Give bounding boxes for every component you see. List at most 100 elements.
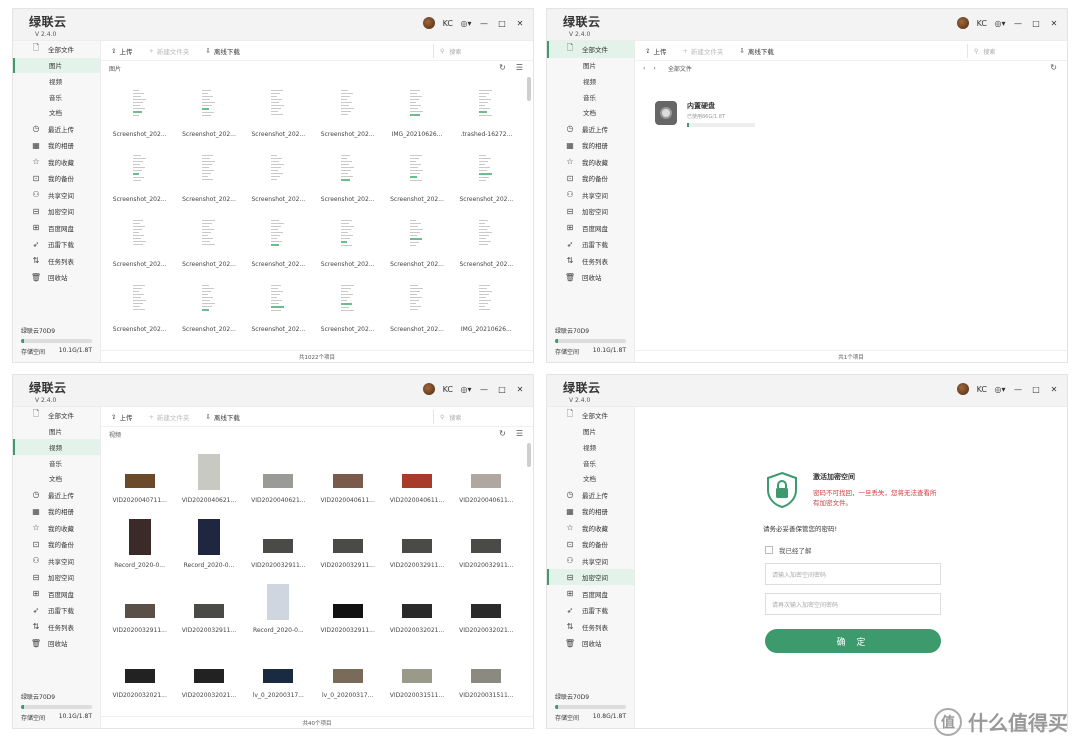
close-button[interactable]: ✕ bbox=[515, 18, 525, 28]
search-input[interactable]: ⚲ 搜索 bbox=[433, 410, 529, 424]
sidebar-item[interactable]: 🗋 全部文件 bbox=[13, 407, 100, 424]
new-folder-button[interactable]: + 新建文件夹 bbox=[682, 46, 723, 56]
sidebar-item[interactable]: 音乐 bbox=[547, 455, 634, 471]
file-item[interactable]: Screenshot_202... bbox=[452, 209, 521, 274]
search-input[interactable]: ⚲ 搜索 bbox=[433, 44, 529, 58]
settings-icon[interactable]: ◎▾ bbox=[461, 18, 472, 28]
confirm-password-field[interactable]: 请再次输入加密空间密码 bbox=[765, 593, 941, 615]
sidebar-item[interactable]: 文档 bbox=[547, 105, 634, 121]
offline-download-button[interactable]: ⇩ 离线下载 bbox=[205, 46, 239, 56]
sidebar-item[interactable]: 🗋 全部文件 bbox=[13, 41, 100, 58]
back-icon[interactable]: ‹ bbox=[643, 65, 645, 72]
file-item[interactable]: Screenshot_202... bbox=[382, 209, 451, 274]
minimize-button[interactable]: — bbox=[479, 384, 489, 394]
forward-icon[interactable]: › bbox=[653, 65, 655, 72]
sidebar-item[interactable]: ⇅ 任务列表 bbox=[547, 618, 634, 635]
file-item[interactable]: Screenshot_202... bbox=[244, 144, 313, 209]
file-item[interactable]: VID2020040621... bbox=[174, 445, 243, 510]
upload-button[interactable]: ⇪ 上传 bbox=[645, 46, 666, 56]
sidebar-item[interactable]: ◷ 最近上传 bbox=[547, 120, 634, 137]
sidebar-item[interactable]: ⊞ 百度网盘 bbox=[13, 219, 100, 236]
list-view-icon[interactable]: ☰ bbox=[516, 63, 523, 72]
sidebar-item[interactable]: 文档 bbox=[13, 105, 100, 121]
sidebar-item[interactable]: ⊞ 百度网盘 bbox=[13, 585, 100, 602]
sidebar-item[interactable]: ⊟ 加密空间 bbox=[13, 569, 100, 586]
confirm-button[interactable]: 确 定 bbox=[765, 629, 941, 653]
refresh-icon[interactable]: ↻ bbox=[499, 429, 506, 438]
avatar[interactable] bbox=[422, 383, 435, 395]
username[interactable]: KC bbox=[443, 385, 453, 394]
sidebar-item[interactable]: 🗋 全部文件 bbox=[547, 41, 634, 58]
upload-button[interactable]: ⇪ 上传 bbox=[111, 412, 132, 422]
sidebar-item[interactable]: ⚇ 共享空间 bbox=[547, 552, 634, 569]
sidebar-item[interactable]: ☆ 我的收藏 bbox=[547, 153, 634, 170]
file-item[interactable]: VID2020040611... bbox=[313, 445, 382, 510]
file-item[interactable]: VID2020032021... bbox=[382, 575, 451, 640]
sidebar-item[interactable]: 音乐 bbox=[13, 89, 100, 105]
username[interactable]: KC bbox=[443, 19, 453, 28]
file-item[interactable]: lv_0_20200317... bbox=[244, 640, 313, 705]
maximize-button[interactable]: □ bbox=[497, 384, 507, 394]
file-item[interactable]: Screenshot_202... bbox=[174, 209, 243, 274]
sidebar-item[interactable]: ☆ 我的收藏 bbox=[13, 153, 100, 170]
sidebar-item[interactable]: ➶ 迅雷下载 bbox=[13, 236, 100, 253]
sidebar-item[interactable]: 视频 bbox=[547, 439, 634, 455]
file-item[interactable]: VID2020032911... bbox=[452, 510, 521, 575]
file-item[interactable]: Screenshot_202... bbox=[174, 79, 243, 144]
checkbox[interactable] bbox=[765, 546, 773, 554]
file-item[interactable]: Screenshot_202... bbox=[452, 144, 521, 209]
username[interactable]: KC bbox=[977, 19, 987, 28]
search-input[interactable]: ⚲ 搜索 bbox=[967, 44, 1063, 58]
sidebar-item[interactable]: 🗑 回收站 bbox=[13, 269, 100, 286]
scrollbar-thumb[interactable] bbox=[527, 77, 531, 101]
file-item[interactable]: VID2020032021... bbox=[174, 640, 243, 705]
list-view-icon[interactable]: ☰ bbox=[516, 429, 523, 438]
sidebar-item[interactable]: ⊟ 加密空间 bbox=[13, 203, 100, 220]
file-item[interactable]: Screenshot_202... bbox=[105, 209, 174, 274]
minimize-button[interactable]: — bbox=[479, 18, 489, 28]
file-item[interactable]: Screenshot_202... bbox=[174, 144, 243, 209]
sidebar-item[interactable]: 音乐 bbox=[547, 89, 634, 105]
sidebar-item[interactable]: ▦ 我的相册 bbox=[13, 137, 100, 154]
file-item[interactable]: Record_2020-0... bbox=[105, 510, 174, 575]
sidebar-item[interactable]: 🗋 全部文件 bbox=[547, 407, 634, 424]
offline-download-button[interactable]: ⇩ 离线下载 bbox=[739, 46, 773, 56]
sidebar-item[interactable]: ➶ 迅雷下载 bbox=[13, 602, 100, 619]
file-item[interactable]: Screenshot_202... bbox=[313, 209, 382, 274]
disk-item[interactable]: 内置硬盘 已使用86G/1.8T bbox=[655, 101, 755, 127]
file-item[interactable]: VID2020040621... bbox=[244, 445, 313, 510]
file-item[interactable]: Screenshot_202... bbox=[105, 144, 174, 209]
sidebar-item[interactable]: ⊟ 加密空间 bbox=[547, 568, 634, 586]
close-button[interactable]: ✕ bbox=[515, 384, 525, 394]
sidebar-item[interactable]: ⚇ 共享空间 bbox=[13, 186, 100, 203]
settings-icon[interactable]: ◎▾ bbox=[461, 384, 472, 394]
file-item[interactable]: VID2020032911... bbox=[382, 510, 451, 575]
close-button[interactable]: ✕ bbox=[1049, 384, 1059, 394]
sidebar-item[interactable]: 🗑 回收站 bbox=[13, 635, 100, 652]
scrollbar-thumb[interactable] bbox=[527, 443, 531, 467]
file-item[interactable]: Record_2020-0... bbox=[244, 575, 313, 640]
file-item[interactable]: lv_0_20200317... bbox=[313, 640, 382, 705]
file-item[interactable]: VID2020032911... bbox=[313, 575, 382, 640]
sidebar-item[interactable]: 🗑 回收站 bbox=[547, 635, 634, 652]
sidebar-item[interactable]: 图片 bbox=[547, 58, 634, 74]
settings-icon[interactable]: ◎▾ bbox=[995, 384, 1006, 394]
maximize-button[interactable]: □ bbox=[497, 18, 507, 28]
file-item[interactable]: Screenshot_202... bbox=[244, 79, 313, 144]
file-item[interactable]: Screenshot_202... bbox=[105, 274, 174, 339]
file-item[interactable]: Screenshot_202... bbox=[382, 274, 451, 339]
password-field[interactable]: 请输入加密空间密码 bbox=[765, 563, 941, 585]
avatar[interactable] bbox=[956, 17, 969, 29]
sidebar-item[interactable]: ▦ 我的相册 bbox=[13, 503, 100, 520]
sidebar-item[interactable]: ⊟ 加密空间 bbox=[547, 203, 634, 220]
scrollbar[interactable] bbox=[527, 441, 531, 611]
file-item[interactable]: IMG_20210626... bbox=[452, 274, 521, 339]
sidebar-item[interactable]: 图片 bbox=[13, 57, 100, 74]
file-item[interactable]: .trashed-16272... bbox=[452, 79, 521, 144]
offline-download-button[interactable]: ⇩ 离线下载 bbox=[205, 412, 239, 422]
sidebar-item[interactable]: 图片 bbox=[13, 424, 100, 440]
sidebar-item[interactable]: ◷ 最近上传 bbox=[547, 486, 634, 503]
refresh-icon[interactable]: ↻ bbox=[499, 63, 506, 72]
maximize-button[interactable]: □ bbox=[1031, 384, 1041, 394]
sidebar-item[interactable]: ▦ 我的相册 bbox=[547, 137, 634, 154]
